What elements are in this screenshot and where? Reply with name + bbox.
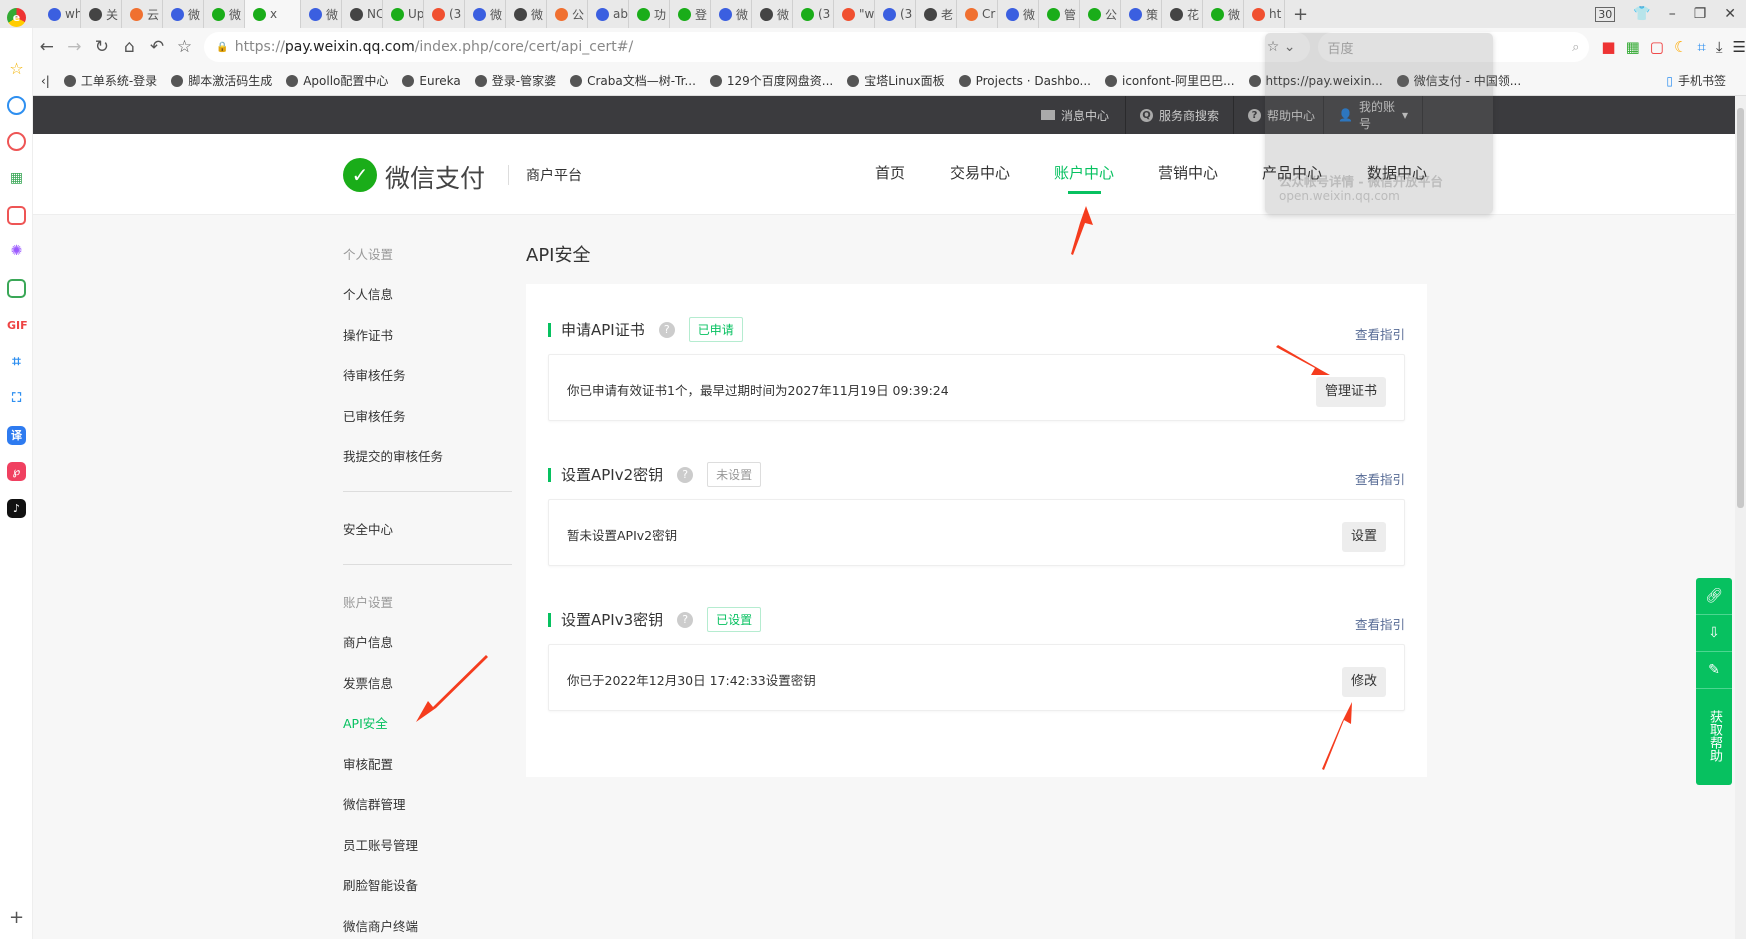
arrow-annotation xyxy=(1322,702,1352,770)
sidebar-item-security[interactable]: 安全中心 xyxy=(343,519,393,538)
sidebar-item[interactable]: 审核配置 xyxy=(343,754,393,773)
arrow-annotation xyxy=(416,655,488,722)
annotation-arrows xyxy=(416,206,1352,770)
sidebar-item[interactable]: 我提交的审核任务 xyxy=(343,446,443,465)
sidebar-item[interactable]: 员工账号管理 xyxy=(343,835,418,854)
sidebar-item[interactable]: API安全 xyxy=(343,713,388,732)
sidebar-item[interactable]: 发票信息 xyxy=(343,673,393,692)
nav-item[interactable]: 交易中心 xyxy=(950,162,1010,183)
sidebar-divider xyxy=(343,491,512,492)
sidebar-group-title: 账户设置 xyxy=(343,595,394,610)
sidebar-item[interactable]: 操作证书 xyxy=(343,325,393,344)
sidebar-item[interactable]: 已审核任务 xyxy=(343,406,406,425)
arrow-annotation xyxy=(1071,206,1093,255)
nav-item[interactable]: 营销中心 xyxy=(1158,162,1218,183)
sidebar-group-title: 个人设置 xyxy=(343,247,394,262)
nav-item[interactable]: 账户中心 xyxy=(1054,162,1114,183)
sidebar-item[interactable]: 微信商户终端 xyxy=(343,916,418,935)
sidebar-item[interactable]: 待审核任务 xyxy=(343,365,406,384)
sidebar-item[interactable]: 个人信息 xyxy=(343,284,393,303)
sidebar-item[interactable]: 微信群管理 xyxy=(343,794,406,813)
nav-item[interactable]: 产品中心 xyxy=(1262,162,1322,183)
arrow-annotation xyxy=(1276,345,1330,375)
sidebar-divider xyxy=(343,564,512,565)
sidebar-item[interactable]: 商户信息 xyxy=(343,632,393,651)
nav-item[interactable]: 首页 xyxy=(875,162,905,183)
sidebar-item[interactable]: 刷脸智能设备 xyxy=(343,875,418,894)
nav-item[interactable]: 数据中心 xyxy=(1367,162,1427,183)
